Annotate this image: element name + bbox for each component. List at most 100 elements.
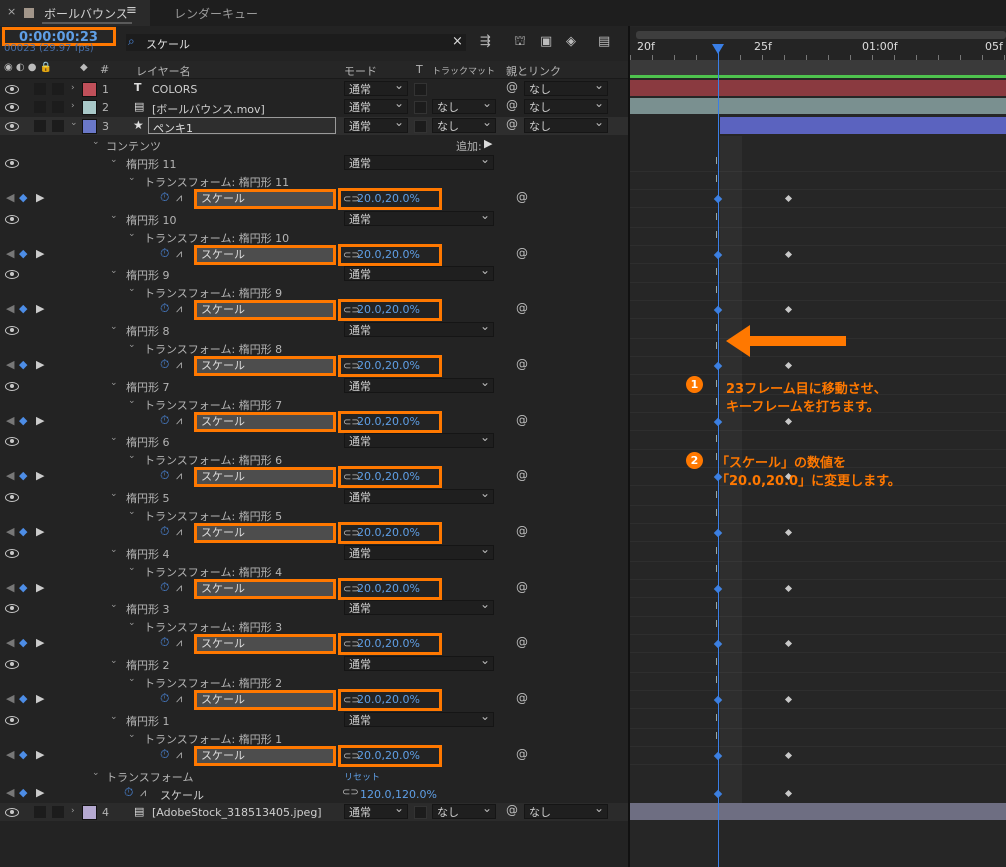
next-keyframe-icon[interactable]: ▶ — [36, 469, 44, 482]
search-input[interactable]: ⌕ スケール × — [126, 34, 466, 51]
prev-keyframe-icon[interactable]: ◀ — [6, 786, 14, 799]
collapse-icon[interactable]: ⌄ — [110, 211, 118, 221]
shape-mode-select[interactable]: 通常 — [344, 152, 494, 170]
prev-keyframe-icon[interactable]: ◀ — [6, 692, 14, 705]
audio-switch[interactable] — [34, 806, 46, 818]
layer-label-color[interactable] — [82, 100, 97, 115]
shape-mode-select[interactable]: 通常 — [344, 208, 494, 226]
shape-group-name[interactable]: 楕円形 2 — [126, 657, 170, 673]
eye-icon[interactable] — [5, 103, 19, 112]
stopwatch-icon[interactable]: ⏱ — [160, 413, 169, 428]
shape-mode-select[interactable]: 通常 — [344, 542, 494, 560]
scale-property-row[interactable]: ◀ ◆ ▶ ⏱ ⩘ スケール ⊂⊃ 20.0,20.0% @ — [0, 633, 628, 655]
shape-group-name[interactable]: 楕円形 3 — [126, 601, 170, 617]
collapse-icon[interactable]: ⌄ — [128, 674, 136, 684]
collapse-icon[interactable]: ⌄ — [110, 378, 118, 388]
shape-mode-select[interactable]: 通常 — [344, 430, 494, 448]
preserve-transparency[interactable] — [414, 120, 427, 133]
constrain-proportions-icon[interactable]: ⊂⊃ — [343, 582, 360, 598]
collapse-icon[interactable]: ⌄ — [128, 451, 136, 461]
constrain-proportions-icon[interactable]: ⊂⊃ — [343, 693, 360, 709]
layer-name-edit[interactable]: ペンキ1 — [148, 117, 336, 135]
collapse-icon[interactable]: ⌄ — [110, 322, 118, 332]
scale-property-row[interactable]: ◀ ◆ ▶ ⏱ ⩘ スケール ⊂⊃ 20.0,20.0% @ — [0, 411, 628, 433]
scale-property-value[interactable]: ⊂⊃ 20.0,20.0% — [338, 466, 442, 488]
stopwatch-icon[interactable]: ⏱ — [160, 468, 169, 483]
shape-group-row[interactable]: ⌄ 楕円形 9 通常 — [0, 263, 628, 283]
lock-switch[interactable] — [52, 101, 64, 113]
expression-pickwhip-icon[interactable]: @ — [516, 246, 528, 260]
stopwatch-icon[interactable]: ⏱ — [160, 635, 169, 650]
layer-row-4[interactable]: › 4 ▤ [AdobeStock_318513405.jpeg] 通常 なし … — [0, 801, 628, 821]
scale-property-value[interactable]: ⊂⊃ 20.0,20.0% — [338, 299, 442, 321]
shape-group-row[interactable]: ⌄ 楕円形 5 通常 — [0, 486, 628, 506]
next-keyframe-icon[interactable]: ▶ — [36, 414, 44, 427]
shape-transform-row[interactable]: ⌄ トランスフォーム: 楕円形 7 — [0, 395, 628, 413]
keyframe-toggle-icon[interactable]: ◆ — [19, 358, 27, 371]
next-keyframe-icon[interactable]: ▶ — [36, 636, 44, 649]
eye-icon[interactable] — [5, 159, 19, 168]
parent-select[interactable]: なし — [524, 115, 608, 133]
collapse-icon[interactable]: ⌄ — [92, 768, 100, 778]
shape-mode-select[interactable]: 通常 — [344, 709, 494, 727]
prev-keyframe-icon[interactable]: ◀ — [6, 302, 14, 315]
parent-select[interactable]: なし — [524, 801, 608, 819]
constrain-proportions-icon[interactable]: ⊂⊃ — [343, 526, 360, 542]
constrain-proportions-icon[interactable]: ⊂⊃ — [343, 637, 360, 653]
shape-group-name[interactable]: 楕円形 11 — [126, 156, 177, 172]
shape-group-name[interactable]: 楕円形 10 — [126, 212, 177, 228]
keyframe-toggle-icon[interactable]: ◆ — [19, 525, 27, 538]
shape-mode-select[interactable]: 通常 — [344, 375, 494, 393]
expression-pickwhip-icon[interactable]: @ — [516, 747, 528, 761]
expression-pickwhip-icon[interactable]: @ — [516, 190, 528, 204]
eye-icon[interactable] — [5, 549, 19, 558]
next-keyframe-icon[interactable]: ▶ — [36, 247, 44, 260]
eye-icon[interactable] — [5, 493, 19, 502]
next-keyframe-icon[interactable]: ▶ — [36, 581, 44, 594]
constrain-proportions-icon[interactable]: ⊂⊃ — [343, 303, 360, 319]
pickwhip-icon[interactable]: @ — [506, 803, 518, 817]
audio-switch[interactable] — [34, 83, 46, 95]
keyframe-toggle-icon[interactable]: ◆ — [19, 748, 27, 761]
collapse-icon[interactable]: ⌄ — [110, 489, 118, 499]
prev-keyframe-icon[interactable]: ◀ — [6, 525, 14, 538]
scale-property-row[interactable]: ◀ ◆ ▶ ⏱ ⩘ スケール ⊂⊃ 20.0,20.0% @ — [0, 188, 628, 210]
layer-label-color[interactable] — [82, 119, 97, 134]
shape-mode-select[interactable]: 通常 — [344, 486, 494, 504]
expression-pickwhip-icon[interactable]: @ — [516, 691, 528, 705]
next-keyframe-icon[interactable]: ▶ — [36, 786, 44, 799]
preserve-transparency[interactable] — [414, 806, 427, 819]
graph-icon[interactable]: ⩘ — [176, 247, 182, 261]
scale-property-value[interactable]: ⊂⊃ 20.0,20.0% — [338, 689, 442, 711]
reset-link[interactable]: リセット — [344, 770, 380, 783]
expand-icon[interactable]: › — [71, 101, 75, 111]
composition-flowchart-icon[interactable]: ⇶ — [480, 34, 491, 49]
layer-label-color[interactable] — [82, 805, 97, 820]
next-keyframe-icon[interactable]: ▶ — [36, 302, 44, 315]
shape-transform-row[interactable]: ⌄ トランスフォーム: 楕円形 5 — [0, 506, 628, 524]
keyframe-toggle-icon[interactable]: ◆ — [19, 191, 27, 204]
shape-mode-select[interactable]: 通常 — [344, 597, 494, 615]
scale-property-row[interactable]: ◀ ◆ ▶ ⏱ ⩘ スケール ⊂⊃ 20.0,20.0% @ — [0, 466, 628, 488]
col-trkmat[interactable]: トラックマット — [432, 64, 495, 77]
shape-transform-row[interactable]: ⌄ トランスフォーム: 楕円形 10 — [0, 228, 628, 246]
scale-property-row[interactable]: ◀ ◆ ▶ ⏱ ⩘ スケール ⊂⊃ 20.0,20.0% @ — [0, 355, 628, 377]
eye-icon[interactable] — [5, 326, 19, 335]
layer-bar-1[interactable] — [630, 80, 1006, 96]
prev-keyframe-icon[interactable]: ◀ — [6, 414, 14, 427]
playhead-handle-icon[interactable] — [712, 44, 724, 54]
graph-icon[interactable]: ⩘ — [176, 469, 182, 483]
lock-switch[interactable] — [52, 120, 64, 132]
graph-editor-icon[interactable]: ▤ — [598, 34, 610, 49]
shape-group-name[interactable]: 楕円形 7 — [126, 379, 170, 395]
next-keyframe-icon[interactable]: ▶ — [36, 525, 44, 538]
collapse-icon[interactable]: ⌄ — [92, 137, 100, 147]
shape-group-name[interactable]: 楕円形 9 — [126, 267, 170, 283]
shape-group-name[interactable]: 楕円形 6 — [126, 434, 170, 450]
col-layer-name[interactable]: レイヤー名 — [136, 63, 191, 79]
keyframe-toggle-icon[interactable]: ◆ — [19, 692, 27, 705]
shape-transform-row[interactable]: ⌄ トランスフォーム: 楕円形 4 — [0, 562, 628, 580]
layer-name[interactable]: COLORS — [152, 83, 197, 96]
mode-select[interactable]: 通常 — [344, 96, 408, 114]
expression-pickwhip-icon[interactable]: @ — [516, 524, 528, 538]
